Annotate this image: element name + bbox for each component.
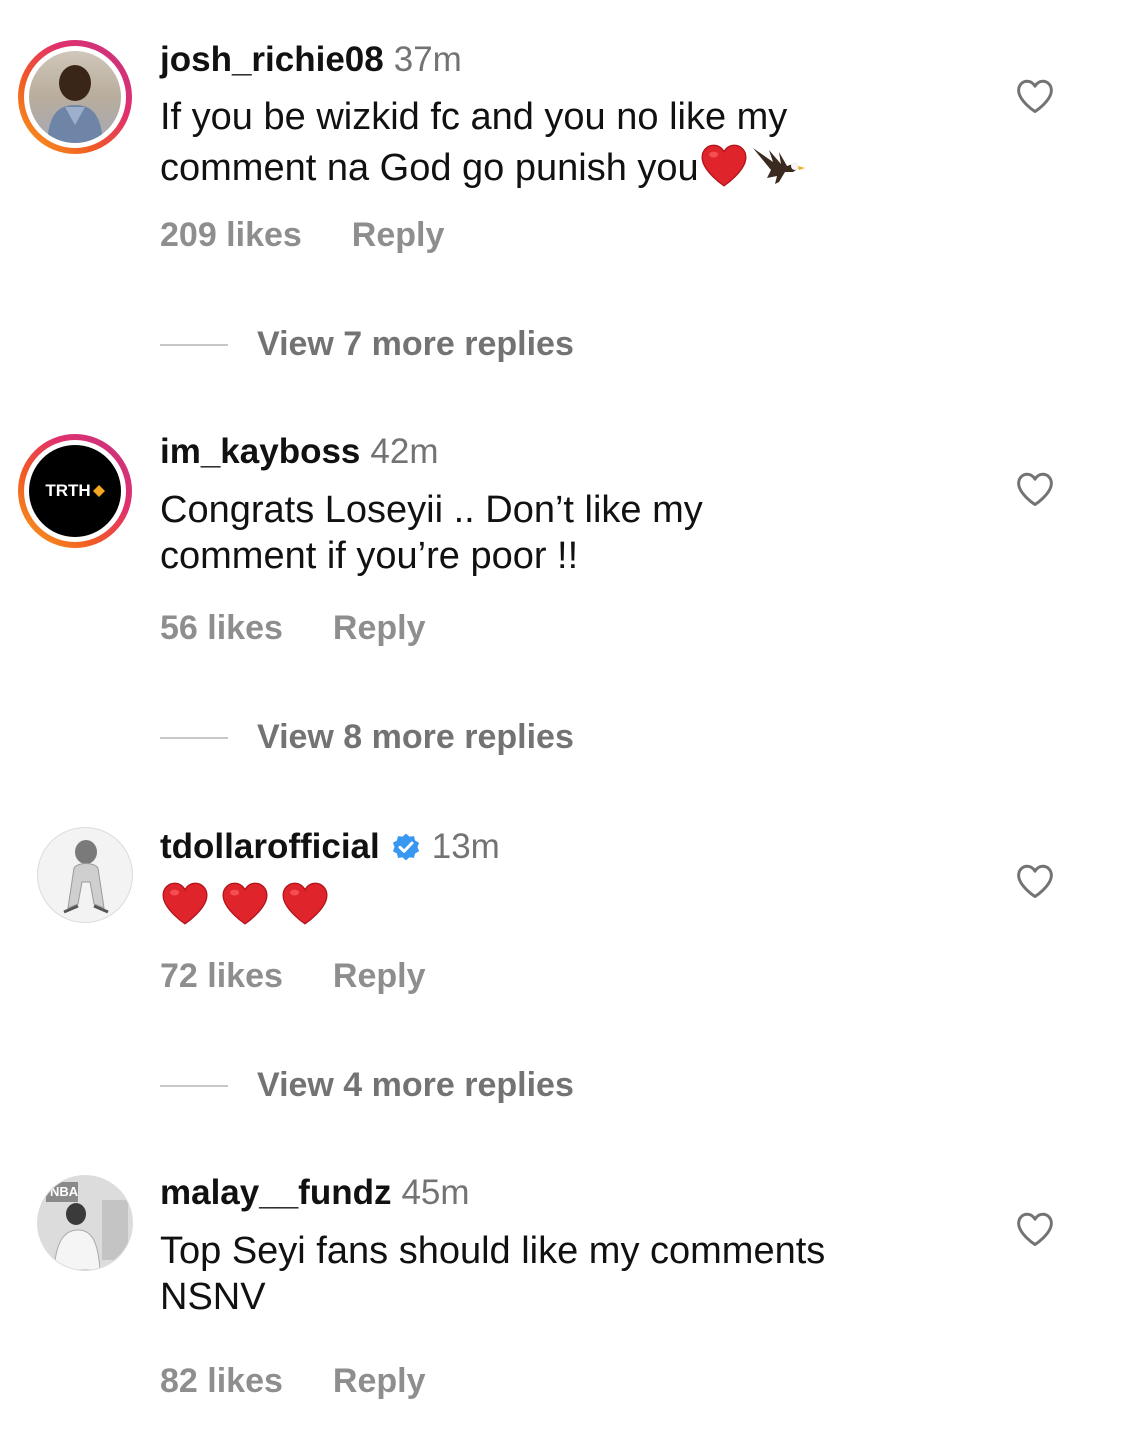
person-photo-icon (63, 840, 109, 914)
replies-divider (160, 344, 228, 346)
red-heart-emoji-icon (160, 880, 210, 926)
comment-text: Congrats Loseyii .. Don’t like my commen… (160, 487, 960, 579)
comment-header: im_kayboss 42m (160, 432, 439, 472)
view-replies-button[interactable]: View 8 more replies (257, 717, 574, 757)
reply-button[interactable]: Reply (333, 609, 426, 647)
diamond-icon (92, 485, 105, 497)
comment-text: If you be wizkid fc and you no like my c… (160, 94, 960, 191)
avatar[interactable]: TRTH (18, 434, 132, 548)
red-heart-emoji-icon (220, 880, 270, 926)
timestamp: 42m (370, 432, 439, 471)
like-heart-icon[interactable] (1015, 863, 1055, 899)
likes-count[interactable]: 82 likes (160, 1362, 283, 1400)
eagle-emoji-icon (752, 148, 805, 184)
username[interactable]: malay__fundz (160, 1173, 391, 1212)
red-heart-emoji-icon (699, 142, 749, 188)
view-replies-button[interactable]: View 4 more replies (257, 1065, 574, 1105)
reply-button[interactable]: Reply (352, 216, 445, 254)
comment-text-line: Top Seyi fans should like my comments (160, 1230, 826, 1272)
likes-count[interactable]: 72 likes (160, 957, 283, 995)
comment-header: malay__fundz 45m (160, 1173, 470, 1213)
comment-header: josh_richie08 37m (160, 40, 462, 80)
reply-button[interactable]: Reply (333, 1362, 426, 1400)
comment-meta: 209 likes Reply (160, 215, 444, 255)
avatar[interactable] (18, 40, 132, 154)
replies-divider (160, 737, 228, 739)
username[interactable]: im_kayboss (160, 432, 360, 471)
comment-text-line: comment if you’re poor !! (160, 535, 579, 577)
avatar-logo-text: NBA (50, 1184, 79, 1199)
comment-text-line: If you be wizkid fc and you no like my (160, 96, 788, 138)
red-heart-emoji-icon (280, 880, 330, 926)
comment-meta: 82 likes Reply (160, 1361, 425, 1401)
like-heart-icon[interactable] (1015, 1211, 1055, 1247)
likes-count[interactable]: 209 likes (160, 216, 302, 254)
verified-badge-icon (392, 833, 419, 861)
view-replies-button[interactable]: View 7 more replies (257, 324, 574, 364)
like-heart-icon[interactable] (1015, 78, 1055, 114)
comment-header: tdollarofficial 13m (160, 827, 500, 867)
avatar[interactable]: NBA (37, 1175, 133, 1271)
child-photo-icon (47, 65, 103, 143)
comment-meta: 72 likes Reply (160, 956, 425, 996)
timestamp: 13m (431, 827, 500, 866)
username[interactable]: tdollarofficial (160, 827, 380, 866)
comment-text-line: comment na God go punish you (160, 140, 960, 191)
replies-divider (160, 1085, 228, 1087)
comment-text-line: NSNV (160, 1276, 266, 1318)
timestamp: 45m (401, 1173, 470, 1212)
comment-text (160, 880, 960, 929)
comment-text: Top Seyi fans should like my comments NS… (160, 1228, 960, 1320)
username[interactable]: josh_richie08 (160, 40, 384, 79)
comment-meta: 56 likes Reply (160, 608, 425, 648)
avatar-logo-text: TRTH (45, 481, 91, 500)
like-heart-icon[interactable] (1015, 471, 1055, 507)
timestamp: 37m (393, 40, 462, 79)
comment-text-line: Congrats Loseyii .. Don’t like my (160, 489, 703, 531)
avatar[interactable] (37, 827, 133, 923)
reply-button[interactable]: Reply (333, 957, 426, 995)
likes-count[interactable]: 56 likes (160, 609, 283, 647)
